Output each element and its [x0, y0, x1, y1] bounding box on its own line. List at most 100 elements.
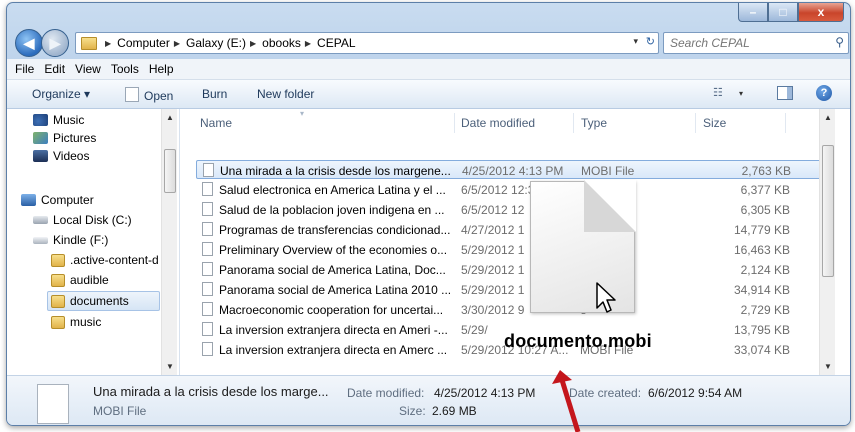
sidebar-item-label: Computer [41, 193, 94, 207]
back-button[interactable]: ◀ [15, 29, 43, 57]
table-row[interactable]: Salud electronica en America Latina y el… [196, 180, 824, 199]
details-size-value: 2.69 MB [432, 404, 477, 418]
file-size: 2,763 KB [741, 164, 791, 178]
sidebar-item-label: music [70, 315, 102, 329]
file-size: 14,779 KB [733, 223, 790, 237]
file-name: Programas de transferencias condicionad.… [219, 223, 451, 237]
burn-button[interactable]: Burn [202, 87, 227, 101]
address-bar[interactable]: ▶ Computer ▶ Galaxy (E:) ▶ obooks ▶ CEPA… [75, 32, 659, 54]
sidebar-item-label: Kindle (F:) [53, 233, 109, 247]
table-row[interactable]: Salud de la poblacion joven indigena en … [196, 200, 824, 219]
menu-file[interactable]: File [15, 62, 34, 76]
menu-bar: File Edit View Tools Help [7, 59, 850, 80]
breadcrumb: ▶ Computer ▶ Galaxy (E:) ▶ obooks ▶ CEPA… [101, 36, 356, 50]
sidebar-item-music-folder[interactable]: music [51, 313, 101, 331]
page-fold [584, 180, 636, 232]
sidebar-item-music[interactable]: Music [33, 111, 84, 129]
breadcrumb-galaxy[interactable]: Galaxy (E:) [186, 36, 246, 50]
organize-button[interactable]: Organize ▾ [32, 87, 90, 101]
file-name: Panorama social de America Latina 2010 .… [219, 283, 452, 297]
refresh-icon[interactable]: ↻ [646, 35, 655, 48]
open-button[interactable]: Open [125, 87, 173, 103]
mobi-file-icon [203, 163, 214, 177]
details-file-name: Una mirada a la crisis desde los marge..… [93, 384, 329, 399]
drag-filename-label: documento.mobi [504, 331, 652, 351]
scroll-up-icon[interactable]: ▲ [824, 113, 832, 122]
kindle-icon [33, 236, 48, 244]
file-name: Macroeconomic cooperation for uncertai..… [219, 303, 444, 317]
column-divider[interactable] [454, 113, 455, 133]
scroll-down-icon[interactable]: ▼ [166, 362, 174, 371]
table-row[interactable]: Macroeconomic cooperation for uncertai..… [196, 300, 824, 319]
search-input[interactable] [670, 36, 820, 50]
close-button[interactable]: x [798, 3, 844, 22]
mobi-file-icon [202, 342, 213, 356]
sidebar-item-audible[interactable]: audible [51, 271, 109, 289]
breadcrumb-computer[interactable]: Computer [117, 36, 170, 50]
preview-pane-icon[interactable] [777, 86, 793, 100]
folder-icon [51, 294, 65, 308]
sidebar-item-kindle[interactable]: Kindle (F:) [33, 231, 108, 249]
forward-button[interactable]: ▶ [41, 29, 69, 57]
chevron-right-icon[interactable]: ▶ [174, 39, 180, 48]
videos-icon [33, 150, 48, 162]
pictures-icon [33, 132, 48, 144]
view-options-icon[interactable]: ☷ [713, 86, 723, 99]
file-list-scroll-thumb[interactable] [822, 145, 834, 277]
menu-edit[interactable]: Edit [44, 62, 65, 76]
sidebar-item-local-disk[interactable]: Local Disk (C:) [33, 211, 132, 229]
content-area: Music Pictures Videos Computer Local Dis… [7, 109, 850, 375]
column-header-size[interactable]: Size [703, 109, 726, 137]
table-row[interactable]: Panorama social de America Latina, Doc..… [196, 260, 824, 279]
chevron-right-icon[interactable]: ▶ [250, 39, 256, 48]
mobi-file-icon [202, 202, 213, 216]
search-icon[interactable]: ⚲ [835, 35, 844, 49]
menu-tools[interactable]: Tools [111, 62, 139, 76]
address-row: ◀ ▶ ▶ Computer ▶ Galaxy (E:) ▶ obooks ▶ … [7, 25, 850, 59]
sidebar-item-pictures[interactable]: Pictures [33, 129, 96, 147]
address-dropdown-icon[interactable]: ▾ [633, 36, 638, 47]
menu-view[interactable]: View [75, 62, 101, 76]
table-row[interactable]: Programas de transferencias condicionad.… [196, 220, 824, 239]
column-header-name[interactable]: Name [200, 109, 232, 137]
view-dropdown-icon[interactable]: ▾ [739, 89, 743, 98]
table-row[interactable]: Una mirada a la crisis desde los margene… [196, 160, 824, 179]
mobi-file-icon [202, 282, 213, 296]
table-row[interactable]: Panorama social de America Latina 2010 .… [196, 280, 824, 299]
column-divider[interactable] [785, 113, 786, 133]
sidebar-scrollbar[interactable]: ▲ ▼ [161, 109, 177, 375]
details-modified-label: Date modified: [347, 386, 425, 400]
sidebar-item-documents[interactable]: documents [47, 291, 160, 311]
breadcrumb-obooks[interactable]: obooks [262, 36, 301, 50]
command-bar: Organize ▾ Open Burn New folder ☷ ▾ ? [7, 80, 850, 109]
caption-buttons: – □ x [738, 3, 844, 22]
sidebar-item-label: .active-content-d [70, 253, 159, 267]
file-list-scrollbar[interactable]: ▲ ▼ [819, 109, 835, 375]
breadcrumb-cepal[interactable]: CEPAL [317, 36, 355, 50]
new-folder-button[interactable]: New folder [257, 87, 314, 101]
column-divider[interactable] [573, 113, 574, 133]
scroll-up-icon[interactable]: ▲ [166, 113, 174, 122]
search-box[interactable]: ⚲ [663, 32, 849, 54]
column-header-date[interactable]: Date modified [461, 109, 535, 137]
menu-help[interactable]: Help [149, 62, 174, 76]
minimize-button[interactable]: – [738, 3, 768, 22]
file-size: 2,124 KB [740, 263, 790, 277]
maximize-button[interactable]: □ [768, 3, 798, 22]
file-name: Salud electronica en America Latina y el… [219, 183, 446, 197]
sidebar-scroll-thumb[interactable] [164, 149, 176, 193]
sidebar-item-active-content[interactable]: .active-content-d [51, 251, 159, 269]
file-size: 13,795 KB [733, 323, 790, 337]
chevron-right-icon[interactable]: ▶ [305, 39, 311, 48]
sidebar-item-computer[interactable]: Computer [21, 191, 94, 209]
help-icon[interactable]: ? [816, 85, 832, 101]
details-file-type: MOBI File [93, 404, 147, 418]
scroll-down-icon[interactable]: ▼ [824, 362, 832, 371]
sidebar-item-videos[interactable]: Videos [33, 147, 89, 165]
column-header-type[interactable]: Type [581, 109, 607, 137]
mobi-file-icon [202, 182, 213, 196]
mobi-file-icon [202, 322, 213, 336]
column-divider[interactable] [695, 113, 696, 133]
table-row[interactable]: Preliminary Overview of the economies o.… [196, 240, 824, 259]
chevron-right-icon: ▶ [105, 38, 112, 48]
